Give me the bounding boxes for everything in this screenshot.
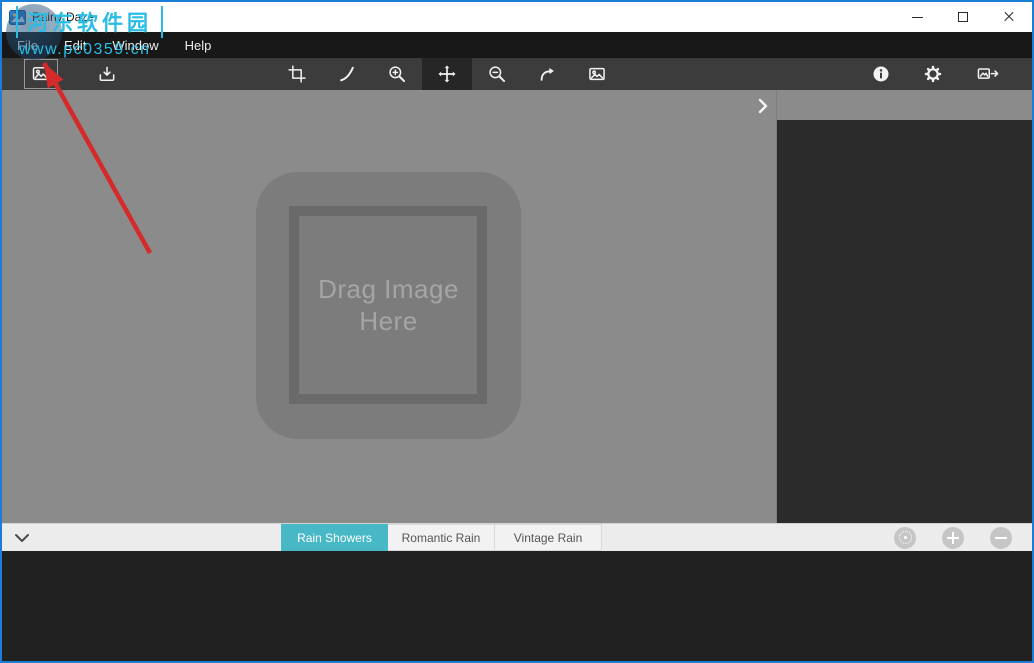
import-image-button[interactable] [90,59,124,89]
export-button[interactable] [968,59,1008,89]
maximize-icon [958,12,968,22]
preset-options-button[interactable] [894,527,916,549]
app-window: Rainy Daze File Edit Window Help [0,0,1034,663]
dotted-circle-icon [899,531,912,544]
canvas: Drag Image Here [2,90,776,523]
crop-button[interactable] [272,58,322,90]
move-tool-button[interactable] [422,58,472,90]
preset-actions [894,524,1012,551]
chevron-right-icon [758,98,768,114]
window-title: Rainy Daze [32,10,94,24]
maximize-button[interactable] [940,2,986,32]
tab-vintage-rain[interactable]: Vintage Rain [495,524,602,551]
open-image-button[interactable] [24,59,58,89]
zoom-out-button[interactable] [472,58,522,90]
minus-icon [995,537,1007,539]
main-area: Drag Image Here [2,90,1032,523]
zoom-in-icon [387,64,407,84]
tab-rain-showers[interactable]: Rain Showers [281,524,388,551]
dropzone-label: Drag Image Here [256,172,521,439]
image-dropzone[interactable]: Drag Image Here [256,172,521,439]
zoom-in-button[interactable] [372,58,422,90]
menubar: File Edit Window Help [2,32,1032,58]
preset-strip [2,551,1032,661]
plus-icon [947,532,959,544]
panel-collapse-button[interactable] [754,96,772,116]
collapse-presets-button[interactable] [14,524,30,551]
menu-help[interactable]: Help [172,32,225,58]
window-controls [894,2,1032,32]
tab-romantic-rain[interactable]: Romantic Rain [388,524,495,551]
toolbar-left-group [24,58,124,90]
menu-window[interactable]: Window [99,32,171,58]
toolbar-center-group [272,58,622,90]
right-panel-body [777,120,1032,523]
image-preview-icon [587,64,607,84]
import-icon [97,64,117,84]
preset-tabbar: Rain Showers Romantic Rain Vintage Rain [2,523,1032,551]
curve-tool-button[interactable] [322,58,372,90]
crop-icon [287,64,307,84]
remove-preset-button[interactable] [990,527,1012,549]
toolbar-right-group [864,58,1008,90]
settings-button[interactable] [916,59,950,89]
menu-edit[interactable]: Edit [51,32,99,58]
open-image-icon [31,64,51,84]
image-preview-button[interactable] [572,58,622,90]
redo-button[interactable] [522,58,572,90]
minimize-icon [912,17,923,18]
info-icon [871,64,891,84]
curve-tool-icon [337,64,357,84]
right-panel [776,90,1032,523]
redo-icon [537,64,557,84]
menu-file[interactable]: File [4,32,51,58]
close-icon [1003,11,1015,23]
minimize-button[interactable] [894,2,940,32]
zoom-out-icon [487,64,507,84]
close-button[interactable] [986,2,1032,32]
dropzone-label-text: Drag Image Here [299,274,479,337]
app-icon [9,10,26,25]
toolbar [2,58,1032,90]
export-icon [976,64,1000,84]
gear-icon [923,64,943,84]
chevron-down-icon [14,533,30,543]
move-icon [437,64,457,84]
preset-tabs: Rain Showers Romantic Rain Vintage Rain [281,524,602,551]
right-panel-header [777,90,1032,120]
titlebar: Rainy Daze [2,2,1032,32]
info-button[interactable] [864,59,898,89]
add-preset-button[interactable] [942,527,964,549]
